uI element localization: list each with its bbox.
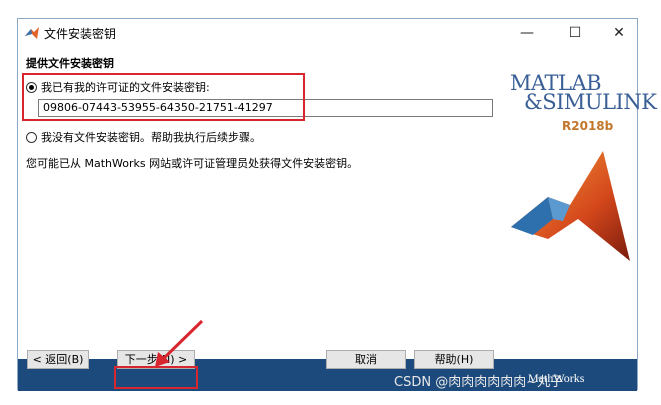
page-heading: 提供文件安装密钥 (26, 57, 114, 70)
window-title: 文件安装密钥 (44, 27, 117, 41)
membrane-logo-icon (511, 151, 630, 261)
minimize-button[interactable]: — (505, 19, 549, 47)
cancel-button[interactable]: 取消 (326, 350, 406, 369)
watermark-text: CSDN @肉肉肉肉肉肉~丸子 (394, 375, 564, 390)
logo-line2: &SIMULINK (524, 90, 657, 114)
title-bar: 文件安装密钥 — ☐ ✕ (18, 19, 637, 47)
release-label: R2018b (562, 119, 614, 133)
radio-no-key-label: 我没有文件安装密钥。帮助我执行后续步骤。 (41, 131, 261, 144)
red-arrow-icon (155, 319, 204, 367)
matlab-app-icon (25, 27, 39, 39)
radio-no-key[interactable]: 我没有文件安装密钥。帮助我执行后续步骤。 (26, 129, 261, 145)
maximize-button[interactable]: ☐ (553, 19, 597, 47)
back-button[interactable]: < 返回(B) (27, 350, 89, 369)
highlight-box (22, 73, 305, 121)
installer-window: 文件安装密钥 — ☐ ✕ 提供文件安装密钥 我已有我的许可证的文件安装密钥: 0… (17, 18, 657, 391)
close-button[interactable]: ✕ (597, 19, 641, 47)
radio-unchecked-icon[interactable] (26, 131, 37, 143)
matlab-simulink-logo: MATLAB &SIMULINK (510, 73, 657, 114)
help-button[interactable]: 帮助(H) (414, 350, 494, 369)
info-text: 您可能已从 MathWorks 网站或许可证管理员处获得文件安装密钥。 (26, 157, 359, 170)
